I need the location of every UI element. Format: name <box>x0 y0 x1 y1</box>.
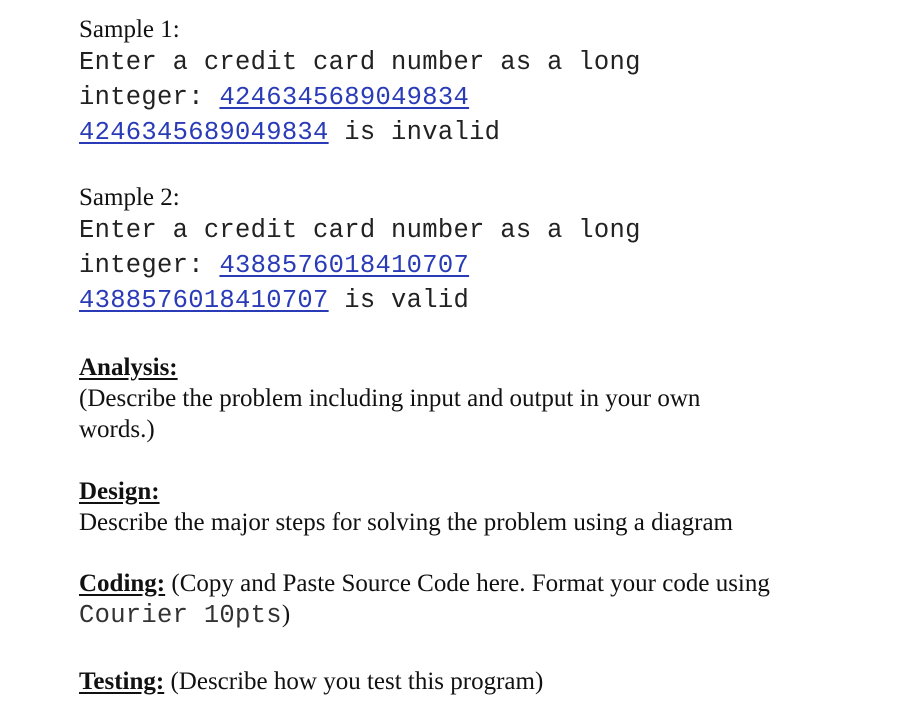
sample-2-output: 4388576018410707 is valid <box>79 283 641 318</box>
testing-line-1: Testing: (Describe how you test this pro… <box>79 666 543 697</box>
testing-heading: Testing: <box>79 668 165 695</box>
design-line-1: Describe the major steps for solving the… <box>79 509 734 536</box>
coding-line-2: Courier 10pts) <box>79 599 770 631</box>
sample-2-prompt-prefix: integer: <box>79 251 220 280</box>
sample-1-prompt-line-1: Enter a credit card number as a long <box>79 48 641 77</box>
coding-instructions: (Copy and Paste Source Code here. Format… <box>165 570 770 597</box>
testing-section: Testing: (Describe how you test this pro… <box>79 666 543 697</box>
sample-2: Sample 2: Enter a credit card number as … <box>79 182 641 318</box>
sample-2-input-link[interactable]: 4388576018410707 <box>219 251 469 280</box>
testing-instructions: (Describe how you test this program) <box>164 668 544 695</box>
sample-1-prompt-line-2: integer: 4246345689049834 <box>79 80 641 115</box>
sample-1-input-link[interactable]: 4246345689049834 <box>219 83 469 112</box>
sample-2-title: Sample 2: <box>79 184 180 211</box>
sample-2-output-link[interactable]: 4388576018410707 <box>79 286 329 315</box>
sample-1-output: 4246345689049834 is invalid <box>79 115 641 150</box>
sample-2-result: is valid <box>328 286 470 315</box>
coding-line-2-end: ) <box>281 601 291 628</box>
sample-1-output-link[interactable]: 4246345689049834 <box>79 118 329 147</box>
analysis-section: Analysis: (Describe the problem includin… <box>79 352 700 445</box>
sample-2-prompt-line-2: integer: 4388576018410707 <box>79 248 641 283</box>
design-heading: Design: <box>79 478 160 505</box>
analysis-line-1: (Describe the problem including input an… <box>79 385 701 412</box>
coding-section: Coding: (Copy and Paste Source Code here… <box>79 568 770 631</box>
coding-font-spec: Courier 10pts <box>79 601 282 630</box>
sample-1-result: is invalid <box>328 118 501 147</box>
design-section: Design: Describe the major steps for sol… <box>79 476 733 538</box>
analysis-heading: Analysis: <box>79 354 178 381</box>
coding-heading: Coding: <box>79 570 166 597</box>
coding-line-1: Coding: (Copy and Paste Source Code here… <box>79 568 770 599</box>
sample-1: Sample 1: Enter a credit card number as … <box>79 14 641 150</box>
sample-1-title: Sample 1: <box>79 16 180 43</box>
sample-2-prompt-line-1: Enter a credit card number as a long <box>79 216 641 245</box>
sample-1-prompt-prefix: integer: <box>79 83 220 112</box>
analysis-line-2: words.) <box>79 416 155 443</box>
